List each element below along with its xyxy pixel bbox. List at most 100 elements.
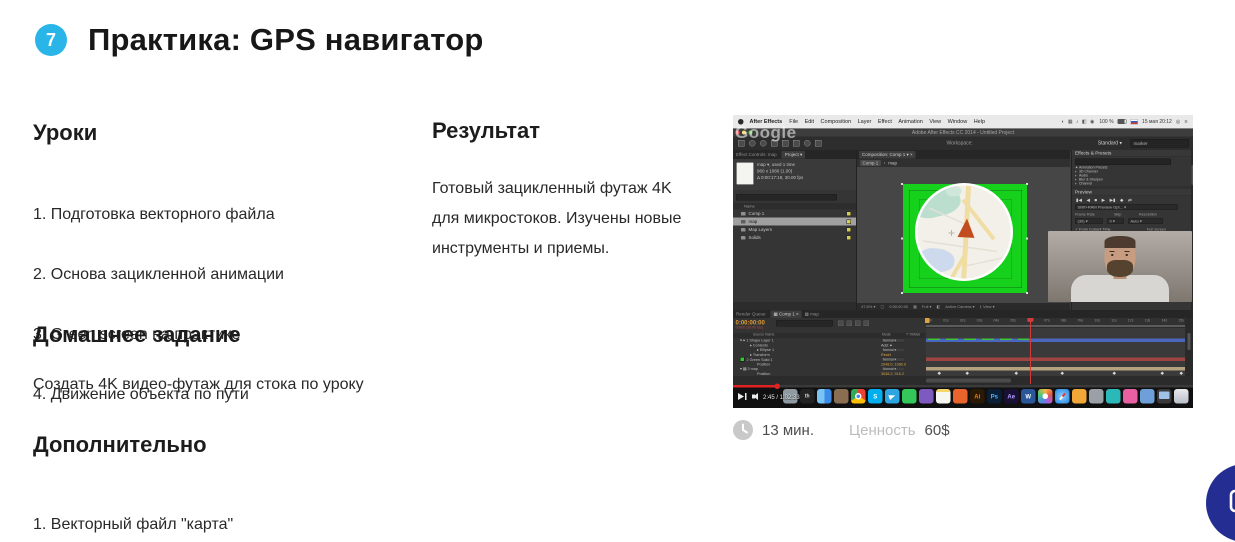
shape-tool-icon [804,140,811,147]
composition-icon [741,212,746,216]
label-color-chip [847,219,852,224]
footage-info: map ▾, used 1 time [757,162,795,168]
homework-text: Создать 4K видео-футаж для стока по урок… [33,370,453,400]
footage-thumbnail [736,162,754,185]
extra-heading: Дополнительно [33,432,207,458]
spotlight-icon [1176,119,1189,125]
project-item-map-layers: Map Layers [733,226,856,234]
preview-transport: ▮◀◀ ■▶ ▶▮◆ ⇄ [1072,198,1193,204]
project-item-solids: Solids [733,234,856,242]
map-artwork [918,186,1011,279]
tab-timeline-comp: ▦ Comp 1 × [771,310,802,318]
list-item: 1. Векторный файл "карта" [33,510,233,540]
column-trkmat: T TrkMat [906,333,920,337]
dock-icon-chrome [851,389,866,404]
value-amount: 60$ [925,422,950,439]
window-titlebar: Adobe After Effects CC 2014 - Untitled P… [733,129,1193,137]
frame-counter: 00000 (30.00 fps) [736,326,763,330]
search-input: marker [1130,139,1189,148]
project-panel-footer [733,302,856,310]
mac-dock: th S Ai Ps Ae W [783,389,1189,404]
menu-item: Effect [878,119,892,125]
video-progress-track [733,385,1193,388]
label-color-chip [847,211,852,216]
map-circle [915,183,1013,281]
video-progress-fill [733,385,777,388]
timeline-panel: Render Queue ▦ Comp 1 × ▦ map 0:00:00:00… [733,310,1193,385]
video-bottom-strip: 2:45 / 1:02:33 th S Ai Ps Ae W [733,385,1193,408]
battery-percent: 100 % [1099,119,1113,125]
dock-icon-illustrator: Ai [970,389,985,404]
skip-label: Skip [1114,212,1121,217]
comp-viewport [857,167,1070,303]
timeline-tracks: :0001s 02s03s 04s05s 06s07s 08s09s 10s11… [926,318,1185,376]
workspace-label: Workspace: [946,141,972,147]
ae-toolbar: Workspace: Standard ▾ marker [733,137,1193,151]
menu-item: Animation [898,119,922,125]
green-solid-bar [926,358,1185,361]
menu-item: Composition [821,119,852,125]
video-time: 2:45 / 1:02:33 [763,394,800,401]
page-title: Практика: GPS навигатор [88,22,483,58]
playhead-marker [925,318,930,323]
list-item: 1. Подготовка векторного файла [33,200,284,230]
map-layer-bar [926,367,1185,370]
google-watermark: Google [735,123,797,143]
effects-search-input [1075,159,1171,166]
result-heading: Результат [432,118,540,144]
timeline-search-input [776,320,833,327]
workspace-value: Standard ▾ [1098,141,1122,147]
effects-panel-header: Effects & Presets [1072,150,1193,157]
dock-icon-app-amber [1072,389,1087,404]
resolution-label: Resolution [1139,212,1157,217]
value-label: Ценность [849,422,916,439]
column-source-name: Source Name [753,333,774,337]
lesson-page: 7 Практика: GPS навигатор Уроки 1. Подго… [0,0,1235,542]
column-mode: Mode [882,333,891,337]
extra-list: 1. Векторный файл "карта" 2. Проект *AE [33,480,233,542]
shape-layer-bar [926,339,1185,342]
tab-timeline-map: ▦ map [802,310,822,318]
skip-select: 0 ▾ [1107,218,1124,224]
tab-composition: Composition: Comp 1 ▾ × [859,151,916,159]
project-item-map: map [733,218,856,226]
result-text: Готовый зацикленный футаж 4K для микрост… [432,174,700,264]
window-title: Adobe After Effects CC 2014 - Untitled P… [733,130,1193,136]
menubar-clock: 15 мая 20:12 [1142,119,1172,125]
dock-icon-phone [902,389,917,404]
folder-icon [741,236,746,240]
dock-icon-trash [1174,389,1189,404]
folder-icon [741,228,746,232]
dock-icon-app-gray [1089,389,1104,404]
resolution-select: Auto ▾ [1128,218,1163,224]
chat-widget-button[interactable] [1206,464,1235,542]
dock-icon-finder [817,389,832,404]
dock-icon-word: W [1021,389,1036,404]
project-search-input [736,194,837,201]
tab-effect-controls: Effect Controls: map [733,151,780,158]
dock-icon-app-orange [953,389,968,404]
footage-duration: Δ 0:00:17:18, 30.00 fps [757,175,803,180]
mac-menubar: After Effects File Edit Composition Laye… [733,115,1193,129]
frame-rate-select: (30) ▾ [1075,218,1103,224]
gps-arrow [958,218,976,238]
lesson-video-preview[interactable]: After Effects File Edit Composition Laye… [733,115,1193,408]
after-effects-screenshot: After Effects File Edit Composition Laye… [733,115,1193,408]
status-icons [1061,119,1095,125]
dock-icon-photoshop: Ps [987,389,1002,404]
dock-icon-app-teal [1106,389,1121,404]
current-timecode: 0:00:00:00 [736,319,765,326]
menu-item: View [929,119,941,125]
timeline-footer [733,376,1193,385]
dock-icon-viber [919,389,934,404]
menu-item: Edit [805,119,814,125]
tab-project: Project ▾ [782,151,806,159]
footage-icon [741,220,746,224]
dock-icon-folder-blue [1140,389,1155,404]
dock-icon-display [1157,389,1172,404]
lesson-number-badge: 7 [35,24,67,56]
play-icon [738,393,744,400]
tab-render-queue: Render Queue [733,311,769,318]
dock-icon-th: th [800,389,815,404]
clock-icon [733,420,753,440]
